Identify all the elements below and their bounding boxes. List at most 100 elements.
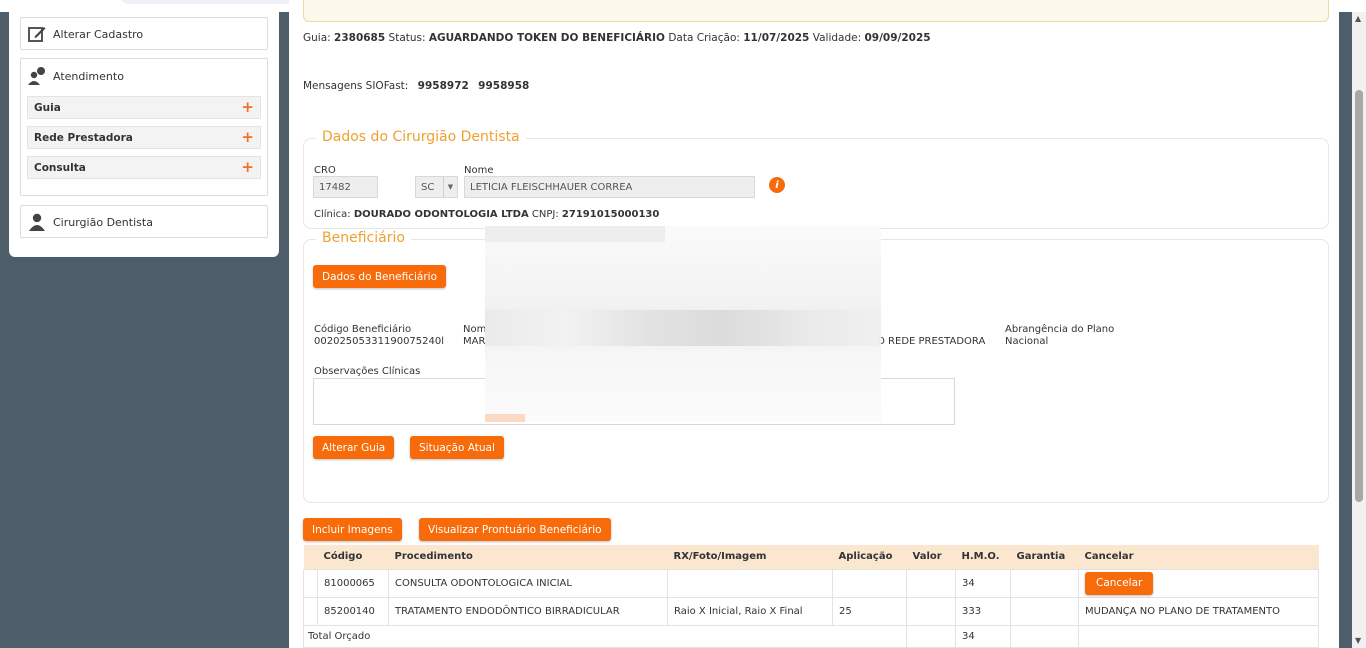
table-total-row: Total Orçado 34 <box>303 624 1319 648</box>
guia-label: Guia: <box>303 32 331 44</box>
cell-procedimento: TRATAMENTO ENDODÔNTICO BIRRADICULAR <box>388 596 668 626</box>
cirurgiao-box[interactable]: Cirurgião Dentista <box>20 205 268 238</box>
dentista-legend: Dados do Cirurgião Dentista <box>316 129 526 145</box>
row-spacer <box>303 596 318 626</box>
procedures-table: Código Procedimento RX/Foto/Imagem Aplic… <box>303 545 1319 648</box>
cirurgiao-link[interactable]: Cirurgião Dentista <box>21 206 267 238</box>
observacoes-label: Observações Clínicas <box>314 366 421 377</box>
cro-label: CRO <box>314 165 336 176</box>
atendimento-header[interactable]: Atendimento <box>21 59 267 93</box>
validade-label: Validade: <box>812 32 862 44</box>
table-header-rx: RX/Foto/Imagem <box>667 545 833 569</box>
codigo-beneficiario-value: 00202505331190075240l <box>314 336 445 347</box>
cirurgiao-label: Cirurgião Dentista <box>53 215 153 229</box>
nome-beneficiario-value: MAR <box>463 336 486 347</box>
info-icon[interactable]: i <box>769 177 785 193</box>
alterar-cadastro-box[interactable]: Alterar Cadastro <box>20 17 268 50</box>
alterar-cadastro-label: Alterar Cadastro <box>53 27 144 41</box>
cell-rx: Raio X Inicial, Raio X Final <box>667 596 833 626</box>
uf-select[interactable]: SC ▼ <box>415 176 458 198</box>
sidebar-item-label: Guia <box>34 101 61 114</box>
redacted-block <box>485 226 665 242</box>
cell-garantia <box>1010 568 1079 598</box>
row-spacer <box>303 568 318 598</box>
cancelar-button[interactable]: Cancelar <box>1085 571 1154 595</box>
cro-field[interactable]: 17482 <box>313 176 378 198</box>
dentista-fieldset: Dados do Cirurgião Dentista CRO 17482 SC… <box>303 129 1329 229</box>
cnpj-label: CNPJ: <box>531 209 559 220</box>
mensagens-label: Mensagens SIOFast: <box>303 80 409 92</box>
table-header-cancelar: Cancelar <box>1078 545 1319 569</box>
scroll-down-icon[interactable]: ▼ <box>1355 636 1361 645</box>
cell-valor <box>906 568 956 598</box>
status-label: Status: <box>388 32 426 44</box>
atendimento-label: Atendimento <box>53 69 124 83</box>
validade-value: 09/09/2025 <box>864 32 931 44</box>
cnpj-value: 27191015000130 <box>561 209 660 220</box>
redacted-block <box>485 310 881 346</box>
scroll-up-icon[interactable]: ▲ <box>1355 14 1361 23</box>
situacao-atual-button[interactable]: Situação Atual <box>410 436 504 459</box>
nome-field[interactable]: LETICIA FLEISCHHAUER CORREA <box>464 176 755 198</box>
total-label: Total Orçado <box>303 624 907 648</box>
page-scrollbar[interactable]: ▲ ▼ <box>1352 12 1366 648</box>
table-header-spacer <box>303 545 318 569</box>
visualizar-prontuario-button[interactable]: Visualizar Prontuário Beneficiário <box>419 518 611 541</box>
main-content: Guia: 2380685 Status: AGUARDANDO TOKEN D… <box>289 0 1339 648</box>
clinica-label: Clínica: <box>314 209 351 220</box>
table-header-garantia: Garantia <box>1010 545 1079 569</box>
guia-info-line: Guia: 2380685 Status: AGUARDANDO TOKEN D… <box>303 32 931 44</box>
sidebar-item-label: Rede Prestadora <box>34 131 133 144</box>
uf-value: SC <box>421 182 435 193</box>
plus-icon: + <box>241 158 254 176</box>
clinica-line: Clínica: DOURADO ODONTOLOGIA LTDA CNPJ: … <box>314 209 659 220</box>
user-chat-icon <box>27 66 47 86</box>
sidebar-item-rede-prestadora[interactable]: Rede Prestadora + <box>27 126 261 149</box>
guia-number: 2380685 <box>334 32 386 44</box>
sidebar-item-guia[interactable]: Guia + <box>27 96 261 119</box>
cell-hmo: 34 <box>955 568 1011 598</box>
sidebar-item-label: Consulta <box>34 161 86 174</box>
status-value: AGUARDANDO TOKEN DO BENEFICIÁRIO <box>428 32 665 44</box>
alterar-guia-button[interactable]: Alterar Guia <box>313 436 395 459</box>
mensagem-number: 9958972 <box>417 80 469 92</box>
codigo-beneficiario-label: Código Beneficiário <box>314 324 412 335</box>
cell-valor <box>906 596 956 626</box>
criacao-label: Data Criação: <box>668 32 740 44</box>
mensagem-number: 9958958 <box>478 80 530 92</box>
chevron-down-icon: ▼ <box>443 177 457 197</box>
beneficiario-legend: Beneficiário <box>316 230 411 246</box>
table-header-hmo: H.M.O. <box>955 545 1011 569</box>
table-header-procedimento: Procedimento <box>388 545 668 569</box>
sidebar: Alterar Cadastro Atendimento Guia + Rede… <box>9 10 279 257</box>
total-valor <box>906 624 956 648</box>
mensagens-line: Mensagens SIOFast: 9958972 9958958 <box>303 80 529 92</box>
cell-codigo: 85200140 <box>317 596 389 626</box>
cell-aplicacao <box>832 568 907 598</box>
scrollbar-thumb[interactable] <box>1355 90 1363 502</box>
cell-procedimento: CONSULTA ODONTOLOGICA INICIAL <box>388 568 668 598</box>
criacao-value: 11/07/2025 <box>743 32 810 44</box>
atendimento-box: Atendimento Guia + Rede Prestadora + Con… <box>20 58 268 196</box>
table-header-valor: Valor <box>906 545 956 569</box>
plus-icon: + <box>241 128 254 146</box>
cell-rx <box>667 568 833 598</box>
table-row: 81000065 CONSULTA ODONTOLOGICA INICIAL 3… <box>303 568 1319 598</box>
cell-garantia <box>1010 596 1079 626</box>
abrangencia-label: Abrangência do Plano <box>1005 324 1115 335</box>
sidebar-item-consulta[interactable]: Consulta + <box>27 156 261 179</box>
nome-label: Nome <box>464 165 494 176</box>
plus-icon: + <box>241 98 254 116</box>
cell-hmo: 333 <box>955 596 1011 626</box>
cell-aplicacao: 25 <box>832 596 907 626</box>
redacted-block <box>485 414 525 422</box>
alterar-cadastro-link[interactable]: Alterar Cadastro <box>21 18 267 50</box>
edit-icon <box>27 24 47 44</box>
cell-cancelar-status: MUDANÇA NO PLANO DE TRATAMENTO <box>1078 596 1319 626</box>
dados-beneficiario-button[interactable]: Dados do Beneficiário <box>313 265 447 288</box>
redacted-overlay <box>485 226 881 422</box>
table-header-codigo: Código <box>317 545 389 569</box>
total-cancelar <box>1078 624 1319 648</box>
incluir-imagens-button[interactable]: Incluir Imagens <box>303 518 402 541</box>
total-garantia <box>1010 624 1079 648</box>
